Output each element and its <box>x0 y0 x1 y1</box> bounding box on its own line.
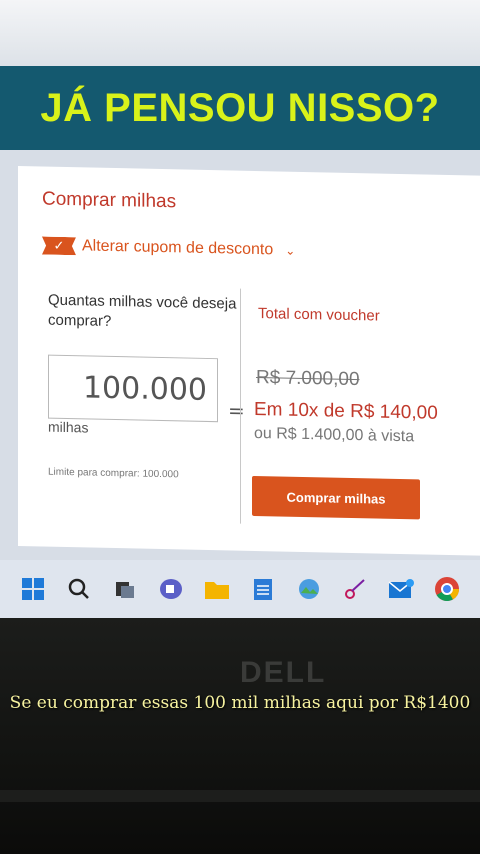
purchase-limit: Limite para comprar: 100.000 <box>48 466 179 481</box>
unit-label: milhas <box>48 418 89 436</box>
browser-top-area <box>0 0 480 66</box>
buy-miles-button[interactable]: Comprar milhas <box>252 475 420 520</box>
chevron-down-icon: ⌄ <box>285 243 296 258</box>
banner-title: JÁ PENSOU NISSO? <box>40 85 440 130</box>
video-banner: JÁ PENSOU NISSO? <box>0 66 480 150</box>
photos-icon[interactable] <box>295 575 323 603</box>
coupon-link-label: Alterar cupom de desconto <box>82 237 274 259</box>
cash-price: ou R$ 1.400,00 à vista <box>254 424 415 446</box>
change-coupon-link[interactable]: ✓ Alterar cupom de desconto ⌄ <box>42 237 295 260</box>
miles-quantity-input[interactable]: 100.000 <box>48 354 218 423</box>
chrome-icon[interactable] <box>433 575 461 603</box>
quantity-question: Quantas milhas você deseja comprar? <box>48 291 237 330</box>
buy-miles-card: Comprar milhas ✓ Alterar cupom de descon… <box>18 166 480 556</box>
column-divider <box>240 288 241 524</box>
windows-start-icon[interactable] <box>19 575 47 603</box>
dell-logo: DELL <box>240 656 327 689</box>
windows-taskbar <box>0 560 480 618</box>
equals-sign: = <box>228 398 245 423</box>
quantity-value: 100.000 <box>82 369 207 408</box>
total-label: Total com voucher <box>258 305 380 325</box>
video-caption: Se eu comprar essas 100 mil milhas aqui … <box>9 693 471 713</box>
laptop-bezel <box>0 618 480 854</box>
card-title: Comprar milhas <box>42 188 177 213</box>
notepad-icon[interactable] <box>249 575 277 603</box>
installment-price: Em 10x de R$ 140,00 <box>254 398 438 424</box>
snipping-tool-icon[interactable] <box>341 575 369 603</box>
teams-chat-icon[interactable] <box>157 575 185 603</box>
laptop-hinge <box>0 790 480 802</box>
mail-icon[interactable] <box>387 575 415 603</box>
ticket-check-icon: ✓ <box>42 237 76 256</box>
search-icon[interactable] <box>65 575 93 603</box>
file-explorer-icon[interactable] <box>203 575 231 603</box>
task-view-icon[interactable] <box>111 575 139 603</box>
original-price: R$ 7.000,00 <box>256 366 360 391</box>
